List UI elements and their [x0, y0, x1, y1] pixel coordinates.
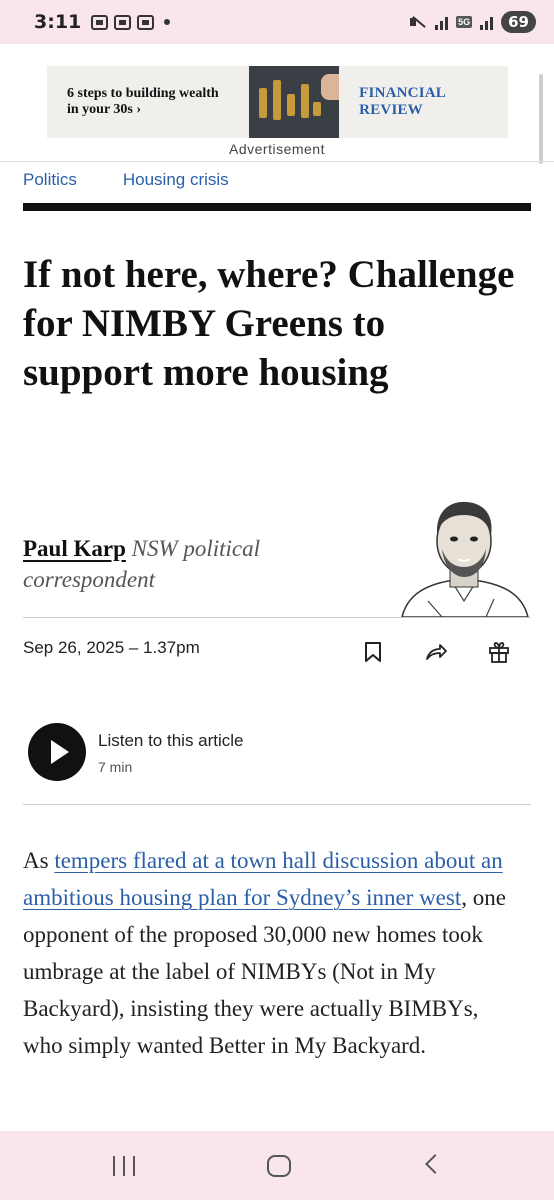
battery-indicator: 69: [501, 11, 536, 33]
ad-text-line: 6 steps to building wealth: [67, 86, 219, 101]
topic-nav: Politics Housing crisis: [23, 170, 229, 190]
town-hall-story-link[interactable]: tempers flared at a town hall discussion…: [23, 848, 503, 910]
topic-link-politics[interactable]: Politics: [23, 170, 77, 190]
audio-duration: 7 min: [98, 759, 133, 775]
section-rule: [23, 203, 531, 211]
ad-text-line: in your 30s ›: [67, 102, 142, 117]
topic-link-housing-crisis[interactable]: Housing crisis: [123, 170, 229, 190]
paragraph-lead: As: [23, 848, 55, 873]
mute-icon: [409, 14, 427, 30]
publish-date: Sep 26, 2025 – 1.37pm: [23, 638, 200, 657]
system-status-icons: 5G 69: [409, 11, 536, 33]
article-headline: If not here, where? Challenge for NIMBY …: [23, 253, 515, 394]
status-time: 3:11: [34, 11, 82, 33]
screenshot-icon: [137, 14, 155, 30]
more-notifications-icon: [164, 19, 171, 25]
home-icon[interactable]: [267, 1155, 291, 1177]
recents-icon[interactable]: [113, 1156, 135, 1176]
advertisement-label: Advertisement: [229, 141, 325, 157]
advertisement-banner[interactable]: 6 steps to building wealth in your 30s ›…: [47, 66, 508, 138]
notification-icon: [91, 14, 109, 30]
network-type-badge: 5G: [456, 16, 473, 28]
system-navigation-bar: [0, 1131, 554, 1200]
share-icon[interactable]: [424, 640, 448, 664]
divider: [0, 161, 554, 162]
status-bar: 3:11 5G 69: [0, 0, 554, 44]
divider: [23, 804, 531, 805]
author-portrait: [401, 501, 529, 617]
play-audio-button[interactable]: [28, 723, 86, 781]
divider: [23, 617, 531, 618]
byline: Paul Karp NSW political correspondent: [23, 533, 353, 595]
listen-label[interactable]: Listen to this article: [98, 731, 244, 751]
paragraph-text: , one opponent of the proposed 30,000 ne…: [23, 885, 506, 1058]
notification-icon: [114, 14, 132, 30]
ad-text: 6 steps to building wealth in your 30s ›: [47, 86, 249, 118]
article-paragraph: As tempers flared at a town hall discuss…: [23, 842, 523, 1064]
notification-icons: [91, 14, 171, 30]
ad-image: [249, 66, 340, 138]
author-name-link[interactable]: Paul Karp: [23, 536, 126, 561]
bookmark-icon[interactable]: [361, 640, 385, 664]
signal-icon: [480, 14, 494, 30]
signal-icon: [435, 14, 449, 30]
gift-icon[interactable]: [487, 640, 511, 664]
back-icon[interactable]: [425, 1154, 445, 1174]
ad-brand-logo: FINANCIAL REVIEW: [359, 85, 446, 118]
